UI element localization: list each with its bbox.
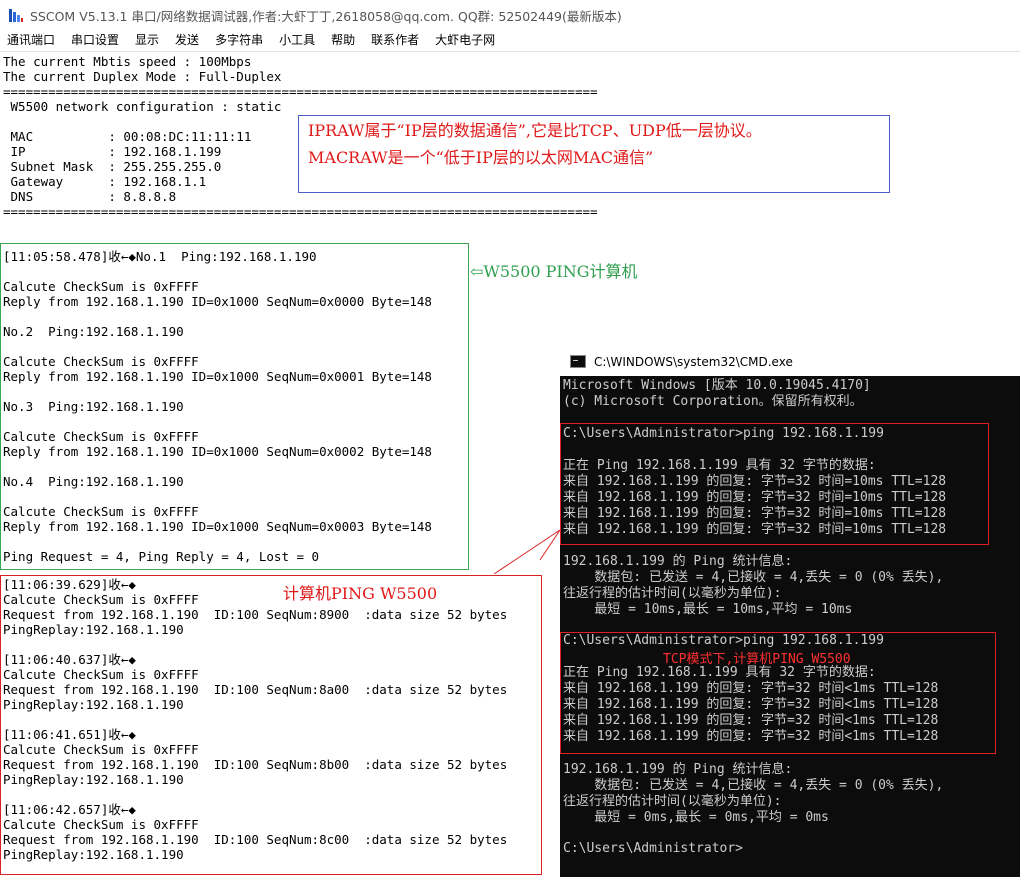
window-titlebar[interactable]: SSCOM V5.13.1 串口/网络数据调试器,作者:大虾丁丁,2618058… <box>0 0 1020 30</box>
terminal-line: [11:06:42.657]收←◆ <box>3 802 136 817</box>
w5500-ping-label: ⇦W5500 PING计算机 <box>470 262 638 281</box>
terminal-line: PingReplay:192.168.1.190 <box>3 697 184 712</box>
ipraw-note-line2: MACRAW是一个“低于IP层的以太网MAC通信” <box>308 148 654 167</box>
terminal-line: Calcute CheckSum is 0xFFFF <box>3 817 199 832</box>
cmd-line: (c) Microsoft Corporation。保留所有权利。 <box>563 394 863 409</box>
menu-item-display[interactable]: 显示 <box>127 30 167 51</box>
terminal-line: Reply from 192.168.1.190 ID=0x1000 SeqNu… <box>3 519 432 534</box>
terminal-line: PingReplay:192.168.1.190 <box>3 847 184 862</box>
terminal-line: The current Duplex Mode : Full-Duplex <box>3 69 282 84</box>
cmd-line: 往返行程的估计时间(以毫秒为单位): <box>563 586 782 601</box>
cmd-line: 192.168.1.199 的 Ping 统计信息: <box>563 554 793 569</box>
terminal-line: [11:06:39.629]收←◆ <box>3 577 136 592</box>
cmd-title: C:\WINDOWS\system32\CMD.exe <box>594 354 793 369</box>
menu-item-contact-author[interactable]: 联系作者 <box>363 30 427 51</box>
terminal-line: MAC : 00:08:DC:11:11:11 <box>3 129 252 144</box>
cmd-line: C:\Users\Administrator> <box>563 841 744 856</box>
terminal-line: [11:06:41.651]收←◆ <box>3 727 136 742</box>
cmd-line: 最短 = 10ms,最长 = 10ms,平均 = 10ms <box>563 602 853 617</box>
window-title: SSCOM V5.13.1 串口/网络数据调试器,作者:大虾丁丁,2618058… <box>30 8 622 24</box>
terminal-line: Request from 192.168.1.190 ID:100 SeqNum… <box>3 682 508 697</box>
sscom-app-icon <box>8 7 24 23</box>
terminal-line: Calcute CheckSum is 0xFFFF <box>3 354 199 369</box>
ipraw-note-line1: IPRAW属于“IP层的数据通信”,它是比TCP、UDP低一层协议。 <box>308 121 762 140</box>
cmd-line: 最短 = 0ms,最长 = 0ms,平均 = 0ms <box>563 810 829 825</box>
terminal-line: Request from 192.168.1.190 ID:100 SeqNum… <box>3 607 508 622</box>
cmd-session1-box <box>560 423 989 545</box>
terminal-line: Gateway : 192.168.1.1 <box>3 174 207 189</box>
cmd-line: 数据包: 已发送 = 4,已接收 = 4,丢失 = 0 (0% 丢失), <box>563 778 944 793</box>
terminal-line: Request from 192.168.1.190 ID:100 SeqNum… <box>3 832 508 847</box>
terminal-line: ========================================… <box>3 204 598 219</box>
terminal-line: Subnet Mask : 255.255.255.0 <box>3 159 222 174</box>
terminal-line: [11:05:58.478]收←◆No.1 Ping:192.168.1.190 <box>3 249 317 264</box>
terminal-line: The current Mbtis speed : 100Mbps <box>3 54 252 69</box>
terminal-line: No.4 Ping:192.168.1.190 <box>3 474 184 489</box>
terminal-line: Reply from 192.168.1.190 ID=0x1000 SeqNu… <box>3 294 432 309</box>
terminal-line: Reply from 192.168.1.190 ID=0x1000 SeqNu… <box>3 444 432 459</box>
terminal-line: ========================================… <box>3 84 598 99</box>
cmd-line: Microsoft Windows [版本 10.0.19045.4170] <box>563 378 871 393</box>
terminal-line: DNS : 8.8.8.8 <box>3 189 177 204</box>
menu-bar: 通讯端口 串口设置 显示 发送 多字符串 小工具 帮助 联系作者 大虾电子网 <box>0 30 1020 52</box>
menu-item-tools[interactable]: 小工具 <box>271 30 323 51</box>
terminal-line: Calcute CheckSum is 0xFFFF <box>3 667 199 682</box>
cmd-line: 192.168.1.199 的 Ping 统计信息: <box>563 762 793 777</box>
cmd-line: 往返行程的估计时间(以毫秒为单位): <box>563 794 782 809</box>
terminal-line: Calcute CheckSum is 0xFFFF <box>3 429 199 444</box>
terminal-line: Reply from 192.168.1.190 ID=0x1000 SeqNu… <box>3 369 432 384</box>
cmd-titlebar[interactable]: C:\WINDOWS\system32\CMD.exe <box>560 347 1020 376</box>
menu-item-serial-settings[interactable]: 串口设置 <box>63 30 127 51</box>
menu-item-port[interactable]: 通讯端口 <box>0 30 63 51</box>
terminal-line: IP : 192.168.1.199 <box>3 144 222 159</box>
cmd-line: 数据包: 已发送 = 4,已接收 = 4,丢失 = 0 (0% 丢失), <box>563 570 944 585</box>
terminal-line: [11:06:40.637]收←◆ <box>3 652 136 667</box>
menu-item-send[interactable]: 发送 <box>167 30 207 51</box>
terminal-line: W5500 network configuration : static <box>3 99 282 114</box>
terminal-line: Calcute CheckSum is 0xFFFF <box>3 592 199 607</box>
terminal-line: Request from 192.168.1.190 ID:100 SeqNum… <box>3 757 508 772</box>
terminal-line: PingReplay:192.168.1.190 <box>3 772 184 787</box>
cmd-console-icon <box>570 355 586 368</box>
terminal-line: PingReplay:192.168.1.190 <box>3 622 184 637</box>
menu-item-help[interactable]: 帮助 <box>323 30 363 51</box>
menu-item-daxia-website[interactable]: 大虾电子网 <box>427 30 503 51</box>
cmd-window[interactable]: C:\WINDOWS\system32\CMD.exe Microsoft Wi… <box>560 347 1020 877</box>
terminal-line: Ping Request = 4, Ping Reply = 4, Lost =… <box>3 549 320 564</box>
terminal-line: No.3 Ping:192.168.1.190 <box>3 399 184 414</box>
terminal-line: Calcute CheckSum is 0xFFFF <box>3 504 199 519</box>
tcp-mode-label: TCP模式下,计算机PING W5500 <box>663 652 851 667</box>
menu-item-multi-string[interactable]: 多字符串 <box>207 30 271 51</box>
pc-ping-label: 计算机PING W5500 <box>283 584 438 603</box>
terminal-line: No.2 Ping:192.168.1.190 <box>3 324 184 339</box>
terminal-line: Calcute CheckSum is 0xFFFF <box>3 279 199 294</box>
terminal-line: Calcute CheckSum is 0xFFFF <box>3 742 199 757</box>
